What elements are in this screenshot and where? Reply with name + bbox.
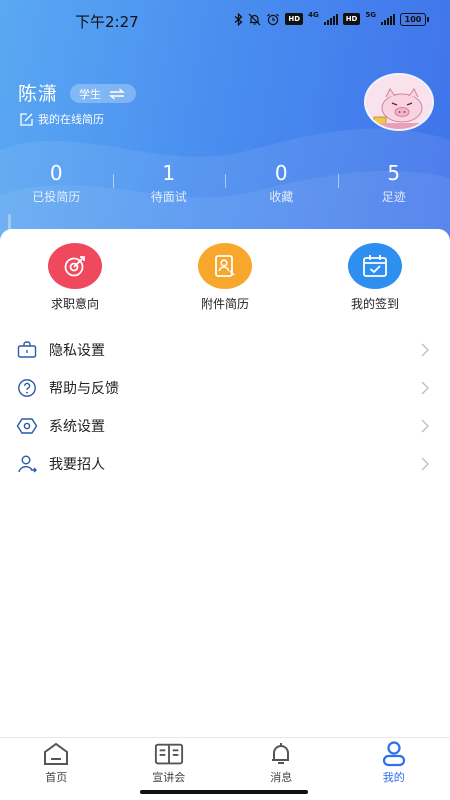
bell-icon bbox=[266, 740, 296, 768]
chevron-right-icon bbox=[421, 457, 430, 471]
tab-home[interactable]: 首页 bbox=[0, 738, 113, 800]
tab-label: 消息 bbox=[270, 771, 293, 784]
stat-pending-interviews[interactable]: 1 待面试 bbox=[112, 160, 226, 206]
tab-label: 宣讲会 bbox=[152, 771, 186, 784]
edit-icon bbox=[20, 112, 33, 126]
settings-icon bbox=[16, 415, 38, 437]
calendar-check-icon bbox=[348, 243, 402, 289]
settings-menu: 隐私设置 帮助与反馈 系统设置 我要招人 bbox=[0, 331, 450, 483]
network-4g-label: 4G bbox=[308, 11, 319, 19]
stat-value: 1 bbox=[162, 161, 176, 185]
signal-icon-2 bbox=[381, 13, 395, 25]
avatar[interactable] bbox=[364, 73, 434, 131]
quick-actions: 求职意向 附件简历 我的签到 bbox=[0, 243, 450, 312]
stat-label: 足迹 bbox=[381, 190, 406, 204]
recruit-icon bbox=[16, 453, 38, 475]
bluetooth-icon bbox=[234, 12, 243, 26]
mute-bell-icon bbox=[248, 12, 261, 26]
quick-action-check-in[interactable]: 我的签到 bbox=[300, 243, 450, 312]
menu-item-label: 我要招人 bbox=[49, 457, 105, 473]
stat-label: 收藏 bbox=[269, 190, 294, 204]
stat-label: 待面试 bbox=[150, 190, 187, 204]
user-name: 陈潇 bbox=[18, 83, 59, 105]
role-label: 学生 bbox=[79, 87, 101, 101]
chevron-right-icon bbox=[421, 381, 430, 395]
menu-item-label: 帮助与反馈 bbox=[49, 381, 119, 397]
menu-item-label: 系统设置 bbox=[49, 419, 105, 435]
quick-action-label: 我的签到 bbox=[350, 297, 399, 311]
document-person-icon bbox=[198, 243, 252, 289]
stat-footprints[interactable]: 5 足迹 bbox=[337, 160, 450, 206]
menu-item-label: 隐私设置 bbox=[49, 343, 105, 359]
target-icon bbox=[48, 243, 102, 289]
quick-action-label: 附件简历 bbox=[200, 297, 249, 311]
chevron-right-icon bbox=[421, 419, 430, 433]
chevron-right-icon bbox=[421, 343, 430, 357]
quick-action-label: 求职意向 bbox=[50, 297, 99, 311]
role-switch-button[interactable]: 学生 bbox=[70, 84, 136, 103]
hd-badge: HD bbox=[285, 13, 304, 25]
tab-label: 首页 bbox=[45, 771, 68, 784]
online-resume-label: 我的在线简历 bbox=[38, 113, 104, 126]
online-resume-link[interactable]: 我的在线简历 bbox=[19, 111, 104, 127]
tab-label: 我的 bbox=[382, 771, 405, 784]
home-icon bbox=[41, 740, 71, 768]
privacy-icon bbox=[16, 339, 38, 361]
menu-item-help[interactable]: 帮助与反馈 bbox=[0, 369, 450, 407]
quick-action-job-intent[interactable]: 求职意向 bbox=[0, 243, 150, 312]
book-icon bbox=[154, 740, 184, 768]
stat-label: 已投简历 bbox=[32, 190, 81, 204]
swap-arrows-icon bbox=[109, 87, 125, 100]
stat-value: 5 bbox=[387, 161, 401, 185]
menu-item-system-settings[interactable]: 系统设置 bbox=[0, 407, 450, 445]
status-icons: HD 4G HD 5G 100 bbox=[234, 11, 429, 26]
signal-icon bbox=[323, 13, 338, 25]
battery-icon: 100 bbox=[400, 12, 429, 26]
stat-favorites[interactable]: 0 收藏 bbox=[225, 160, 338, 206]
user-icon bbox=[379, 740, 409, 768]
stats-row: 0 已投简历 1 待面试 0 收藏 5 足迹 bbox=[0, 160, 450, 206]
status-time: 下午2:27 bbox=[75, 13, 139, 31]
tab-mine[interactable]: 我的 bbox=[338, 738, 450, 800]
home-indicator bbox=[140, 790, 308, 794]
network-5g-label: 5G bbox=[365, 11, 376, 19]
stat-value: 0 bbox=[49, 161, 63, 185]
status-bar: 下午2:27 HD 4G HD 5G 100 bbox=[0, 0, 450, 40]
help-icon bbox=[16, 377, 38, 399]
hd-badge-2: HD bbox=[342, 13, 361, 25]
menu-item-privacy[interactable]: 隐私设置 bbox=[0, 331, 450, 369]
quick-action-attachment-resume[interactable]: 附件简历 bbox=[150, 243, 300, 312]
stat-submitted-resumes[interactable]: 0 已投简历 bbox=[0, 160, 113, 206]
main-card: 求职意向 附件简历 我的签到 隐私设置 帮助与反馈 系统设置 我要招人 bbox=[0, 229, 450, 737]
stat-value: 0 bbox=[274, 161, 288, 185]
menu-item-recruit[interactable]: 我要招人 bbox=[0, 445, 450, 483]
alarm-icon bbox=[266, 12, 280, 26]
